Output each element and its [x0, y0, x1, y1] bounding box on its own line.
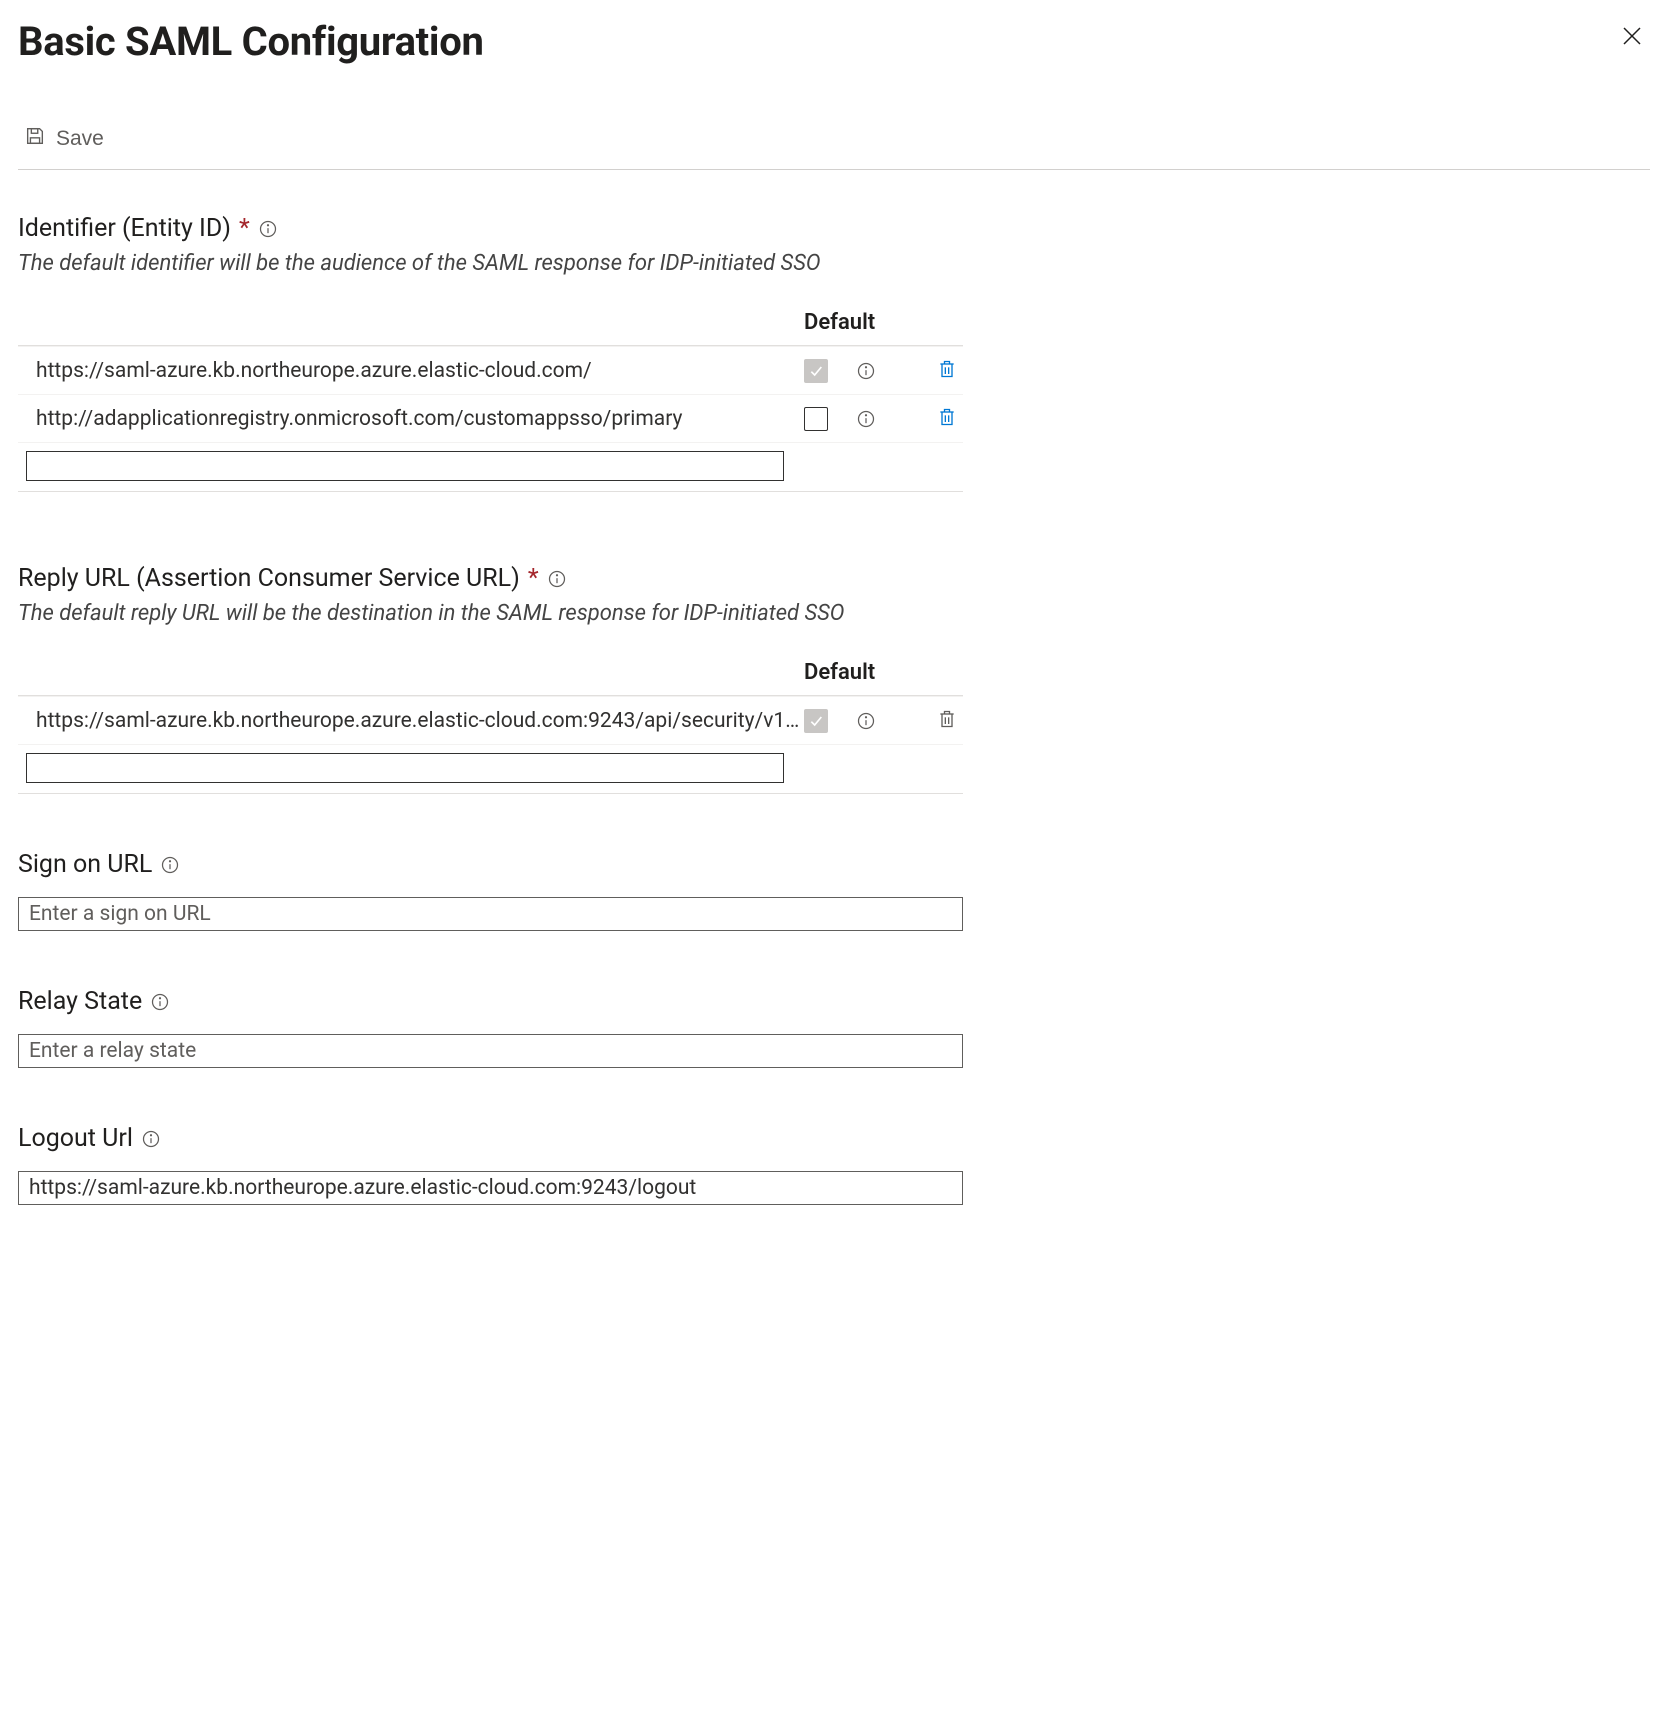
required-asterisk: * [239, 214, 250, 243]
page-title: Basic SAML Configuration [18, 18, 484, 65]
reply-url-value: https://saml-azure.kb.northeurope.azure.… [18, 709, 804, 733]
reply-url-new-input[interactable] [26, 753, 784, 783]
info-icon[interactable] [141, 1129, 161, 1149]
logout-url-label-text: Logout Url [18, 1124, 133, 1153]
relay-state-input[interactable] [18, 1034, 963, 1068]
identifier-value: http://adapplicationregistry.onmicrosoft… [18, 407, 804, 431]
info-icon[interactable] [856, 409, 876, 429]
save-icon [24, 125, 46, 153]
default-checkbox[interactable] [804, 709, 828, 733]
identifier-new-input[interactable] [26, 451, 784, 481]
trash-icon [937, 416, 957, 431]
info-icon[interactable] [547, 569, 567, 589]
sign-on-url-label: Sign on URL [18, 850, 1650, 879]
delete-button[interactable] [935, 404, 959, 433]
reply-url-add-row [18, 744, 963, 793]
sign-on-url-section: Sign on URL [18, 850, 1650, 931]
sign-on-url-input[interactable] [18, 897, 963, 931]
info-icon[interactable] [150, 992, 170, 1012]
reply-url-section: Reply URL (Assertion Consumer Service UR… [18, 564, 1650, 794]
table-row: https://saml-azure.kb.northeurope.azure.… [18, 346, 963, 394]
close-icon [1620, 36, 1644, 51]
identifier-label-text: Identifier (Entity ID) [18, 214, 231, 243]
identifier-description: The default identifier will be the audie… [18, 251, 1650, 276]
identifier-value: https://saml-azure.kb.northeurope.azure.… [18, 359, 804, 383]
sign-on-url-label-text: Sign on URL [18, 850, 152, 879]
save-button[interactable]: Save [18, 123, 110, 155]
trash-icon [937, 368, 957, 383]
delete-button[interactable] [935, 356, 959, 385]
reply-url-description: The default reply URL will be the destin… [18, 601, 1650, 626]
logout-url-section: Logout Url [18, 1124, 1650, 1205]
relay-state-label: Relay State [18, 987, 1650, 1016]
identifier-label: Identifier (Entity ID) * [18, 214, 1650, 243]
table-row: https://saml-azure.kb.northeurope.azure.… [18, 696, 963, 744]
identifier-add-row [18, 442, 963, 491]
info-icon[interactable] [856, 711, 876, 731]
info-icon[interactable] [160, 855, 180, 875]
identifier-section: Identifier (Entity ID) * The default ide… [18, 214, 1650, 492]
table-row: http://adapplicationregistry.onmicrosoft… [18, 394, 963, 442]
identifier-grid: Default https://saml-azure.kb.northeurop… [18, 304, 963, 492]
default-checkbox[interactable] [804, 407, 828, 431]
info-icon[interactable] [258, 219, 278, 239]
default-checkbox[interactable] [804, 359, 828, 383]
relay-state-section: Relay State [18, 987, 1650, 1068]
save-label: Save [56, 127, 104, 151]
identifier-default-header: Default [804, 310, 875, 335]
info-icon[interactable] [856, 361, 876, 381]
logout-url-input[interactable] [18, 1171, 963, 1205]
reply-url-default-header: Default [804, 660, 875, 685]
required-asterisk: * [528, 564, 539, 593]
reply-url-label: Reply URL (Assertion Consumer Service UR… [18, 564, 1650, 593]
reply-url-label-text: Reply URL (Assertion Consumer Service UR… [18, 564, 520, 593]
trash-icon [937, 718, 957, 733]
close-button[interactable] [1614, 18, 1650, 57]
delete-button [935, 706, 959, 735]
reply-url-grid: Default https://saml-azure.kb.northeurop… [18, 654, 963, 794]
logout-url-label: Logout Url [18, 1124, 1650, 1153]
toolbar: Save [18, 123, 1650, 170]
relay-state-label-text: Relay State [18, 987, 142, 1016]
